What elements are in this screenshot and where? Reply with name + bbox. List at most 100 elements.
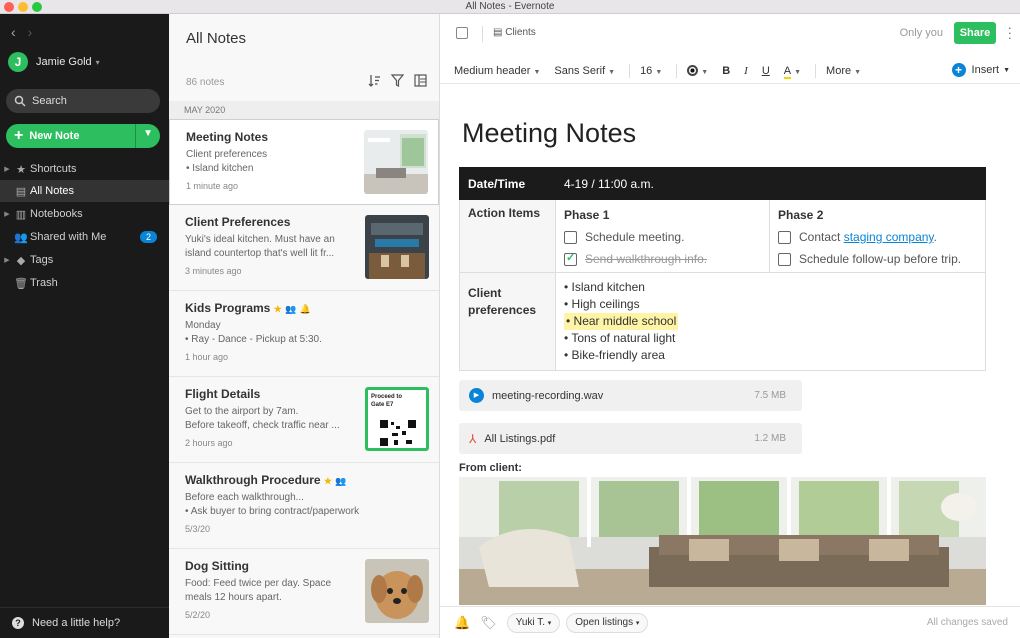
tag-chip[interactable]: Open listings ▾: [566, 612, 649, 633]
highlight-button[interactable]: A ▼: [783, 64, 801, 79]
heading-dropdown[interactable]: Medium header ▼: [454, 65, 540, 77]
sidebar-item-notebooks[interactable]: ▶ ▥ Notebooks: [0, 203, 169, 225]
note-card-walkthrough-procedure[interactable]: Walkthrough Procedure ★ 👥 Before each wa…: [169, 463, 439, 549]
checkbox-checked[interactable]: [564, 251, 577, 266]
checkbox[interactable]: [778, 230, 791, 244]
bold-button[interactable]: B: [722, 65, 730, 77]
list-item: • Island kitchen: [564, 280, 645, 294]
sidebar-item-shortcuts[interactable]: ▶ ★ Shortcuts: [0, 158, 169, 180]
note-title-heading[interactable]: Meeting Notes: [462, 118, 636, 149]
table-cell[interactable]: Action Items: [459, 199, 556, 273]
back-arrow-icon[interactable]: ‹: [11, 24, 16, 40]
note-card-flight-details[interactable]: Flight Details Get to the airport by 7am…: [169, 377, 439, 463]
expand-triangle-icon[interactable]: ▶: [0, 210, 14, 218]
sidebar-item-shared[interactable]: 👥 Shared with Me 2: [0, 226, 169, 248]
play-icon[interactable]: ▶: [469, 388, 484, 403]
pdf-attachment[interactable]: ⅄ All Listings.pdf 1.2 MB: [459, 423, 802, 454]
divider: [482, 26, 483, 42]
note-card-kids-programs[interactable]: Kids Programs ★ 👥 🔔 Monday • Ray - Dance…: [169, 291, 439, 377]
checklist-text: Send walkthrough info.: [585, 252, 708, 266]
note-card-dog-sitting[interactable]: Dog Sitting Food: Feed twice per day. Sp…: [169, 549, 439, 635]
checkbox[interactable]: [564, 230, 577, 244]
format-toolbar: Medium header ▼ Sans Serif ▼ 16 ▼ ▼ B I U A…: [440, 58, 1020, 84]
notebook-icon: ▤: [493, 27, 506, 38]
notes-icon: ▤: [15, 185, 27, 198]
expand-icon[interactable]: [456, 27, 468, 39]
note-list: All Notes 86 notes MAY 2020 Meeting Note…: [169, 14, 440, 638]
user-name: Jamie Gold: [36, 56, 92, 68]
underline-button[interactable]: U: [762, 65, 770, 77]
note-snippet: Before takeoff, check traffic near ...: [185, 420, 340, 431]
help-label: Need a little help?: [32, 617, 121, 629]
minimize-window-button[interactable]: [18, 2, 28, 12]
expand-triangle-icon[interactable]: ▶: [0, 256, 14, 264]
help-link[interactable]: ? Need a little help?: [0, 607, 169, 638]
trash-icon: 🗑: [14, 277, 28, 290]
staging-company-link[interactable]: staging company: [844, 230, 934, 244]
note-table: Date/Time 4-19 / 11:00 a.m. Action Items…: [459, 167, 986, 371]
size-dropdown[interactable]: 16 ▼: [640, 65, 662, 77]
font-value: Sans Serif: [554, 64, 606, 77]
from-client-label: From client:: [459, 462, 522, 474]
more-options-icon[interactable]: · · ·: [1008, 21, 1012, 44]
note-snippet: Get to the airport by 7am.: [185, 406, 299, 417]
table-cell[interactable]: Phase 2 Contact staging company. Schedul…: [769, 199, 986, 273]
color-picker[interactable]: ▼: [687, 65, 708, 77]
note-card-client-preferences[interactable]: Client Preferences Yuki's ideal kitchen.…: [169, 205, 439, 291]
nav-arrows: ‹ ›: [11, 24, 44, 40]
search-input[interactable]: Search: [6, 89, 160, 113]
plus-icon: +: [14, 127, 24, 144]
zoom-window-button[interactable]: [32, 2, 42, 12]
checkbox[interactable]: [778, 252, 791, 266]
size-value: 16: [640, 64, 653, 77]
table-cell[interactable]: • Island kitchen • High ceilings • Near …: [555, 272, 986, 371]
reminder-icon[interactable]: 🔔: [454, 615, 470, 631]
note-snippet: Monday: [185, 320, 221, 331]
new-note-button[interactable]: + New Note ▼: [6, 124, 160, 148]
notebook-selector[interactable]: ▤ Clients: [493, 27, 536, 38]
share-button[interactable]: Share: [954, 22, 996, 44]
chevron-down-icon[interactable]: ▼: [143, 128, 153, 139]
more-dropdown[interactable]: More ▼: [826, 65, 861, 77]
table-cell[interactable]: Phase 1 Schedule meeting. Send walkthrou…: [555, 199, 770, 273]
tag-chip[interactable]: Yuki T. ▾: [506, 612, 561, 633]
font-dropdown[interactable]: Sans Serif ▼: [554, 65, 615, 77]
living-room-photo[interactable]: [459, 477, 986, 605]
sort-icon[interactable]: [368, 74, 381, 87]
note-title: Kids Programs: [185, 301, 271, 315]
italic-button[interactable]: I: [744, 65, 748, 77]
notebook-icon: ▥: [15, 208, 27, 221]
checklist-text-prefix: Contact: [799, 230, 844, 244]
note-card-meeting-notes[interactable]: Meeting Notes Client preferences • Islan…: [169, 119, 439, 205]
audio-attachment[interactable]: ▶ meeting-recording.wav 7.5 MB: [459, 380, 802, 411]
chevron-down-icon: ▼: [854, 68, 862, 76]
table-cell[interactable]: Date/Time: [459, 167, 556, 200]
note-time: 5/3/20: [185, 524, 211, 534]
view-options-icon[interactable]: [414, 74, 427, 87]
close-window-button[interactable]: [4, 2, 14, 12]
add-tag-icon[interactable]: 🏷: [480, 615, 497, 631]
forward-arrow-icon[interactable]: ›: [28, 24, 33, 40]
chevron-down-icon: ▾: [547, 619, 552, 627]
table-cell[interactable]: 4-19 / 11:00 a.m.: [555, 167, 986, 200]
list-item: • High ceilings: [564, 297, 640, 311]
note-count: 86 notes: [186, 77, 225, 88]
app-window: All Notes - Evernote ‹ › J Jamie Gold ▾ S…: [0, 0, 1020, 638]
sidebar-item-trash[interactable]: 🗑 Trash: [0, 272, 169, 294]
sidebar-item-tags[interactable]: ▶ ◆ Tags: [0, 249, 169, 271]
note-title-row: Kids Programs ★ 👥 🔔: [185, 301, 423, 315]
user-menu[interactable]: J Jamie Gold ▾: [8, 52, 100, 72]
visibility-label: Only you: [899, 27, 943, 39]
table-row: Client preferences • Island kitchen • Hi…: [459, 272, 986, 371]
filter-icon[interactable]: [391, 74, 404, 87]
plus-icon: +: [951, 63, 966, 77]
table-cell[interactable]: Client preferences: [459, 272, 556, 371]
checklist-item: Send walkthrough info.: [564, 251, 761, 266]
sidebar-item-all-notes[interactable]: ▤ All Notes: [0, 180, 169, 202]
expand-triangle-icon[interactable]: ▶: [0, 165, 14, 173]
editor-footer: 🔔 🏷 Yuki T. ▾ Open listings ▾ All change…: [440, 606, 1020, 638]
chevron-down-icon: ▼: [608, 68, 616, 76]
list-item: • Tons of natural light: [564, 331, 676, 345]
divider: [815, 63, 817, 78]
insert-button[interactable]: + Insert ▼: [951, 63, 1010, 77]
